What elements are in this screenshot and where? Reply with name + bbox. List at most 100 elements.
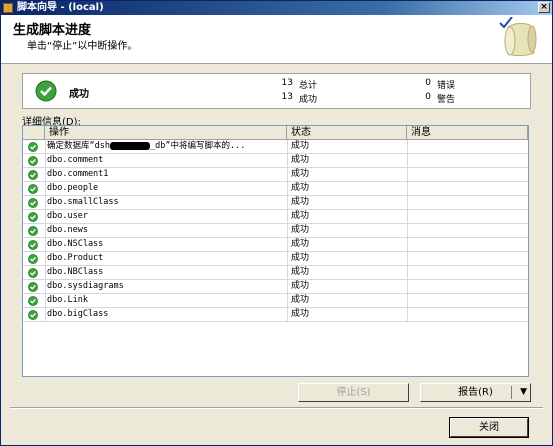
- row-status: 成功: [291, 295, 310, 305]
- column-divider: [287, 308, 288, 322]
- details-grid[interactable]: 操作 状态 消息 确定数据库“dsh _db”中将编写脚本的... 成功 dbo.co…: [22, 125, 529, 377]
- column-status[interactable]: 状态: [287, 126, 407, 139]
- success-label: 成功: [299, 95, 318, 105]
- column-divider: [45, 224, 46, 238]
- warning-count: 0: [425, 92, 431, 102]
- success-check-icon: [35, 80, 57, 102]
- row-operation: dbo.sysdiagrams: [47, 281, 124, 291]
- column-divider: [407, 308, 408, 322]
- header-icon-col: [23, 126, 45, 139]
- row-operation: dbo.bigClass: [47, 309, 109, 319]
- report-button[interactable]: 报告(R) ▼: [420, 383, 531, 402]
- column-divider: [287, 210, 288, 224]
- table-row[interactable]: 确定数据库“dsh _db”中将编写脚本的... 成功: [23, 140, 528, 154]
- table-row[interactable]: dbo.smallClass 成功: [23, 196, 528, 210]
- row-status: 成功: [291, 211, 310, 221]
- column-divider: [287, 168, 288, 182]
- total-label: 总计: [299, 81, 318, 91]
- table-row[interactable]: dbo.comment1 成功: [23, 168, 528, 182]
- summary-status: 成功: [69, 89, 89, 100]
- row-operation: dbo.user: [47, 211, 88, 221]
- column-divider: [45, 308, 46, 322]
- check-circle-icon: [28, 310, 38, 320]
- check-circle-icon: [28, 156, 38, 166]
- row-status: 成功: [291, 225, 310, 235]
- table-row[interactable]: dbo.comment 成功: [23, 154, 528, 168]
- row-operation: dbo.NBClass: [47, 267, 104, 277]
- column-divider: [287, 140, 288, 154]
- total-count: 13: [281, 78, 293, 88]
- column-divider: [45, 252, 46, 266]
- row-operation: dbo.NSClass: [47, 239, 104, 249]
- report-button-splitter: [511, 386, 512, 399]
- row-status: 成功: [291, 267, 310, 277]
- check-circle-icon: [28, 254, 38, 264]
- column-divider: [45, 238, 46, 252]
- script-wizard-window: 脚本向导 - (local) × 生成脚本进度 单击“停止”以中断操作。 成功 …: [0, 0, 553, 446]
- check-circle-icon: [28, 282, 38, 292]
- check-circle-icon: [28, 296, 38, 306]
- column-divider: [45, 266, 46, 280]
- check-circle-icon: [28, 184, 38, 194]
- wizard-scroll-icon: [499, 17, 537, 57]
- report-button-label: 报告(R): [458, 387, 493, 398]
- column-divider: [287, 280, 288, 294]
- column-divider: [287, 154, 288, 168]
- row-status: 成功: [291, 253, 310, 263]
- footer-divider: [10, 407, 543, 409]
- column-divider: [287, 252, 288, 266]
- table-row[interactable]: dbo.people 成功: [23, 182, 528, 196]
- page-subtitle: 单击“停止”以中断操作。: [27, 41, 138, 52]
- table-row[interactable]: dbo.user 成功: [23, 210, 528, 224]
- column-divider: [45, 196, 46, 210]
- row-operation: dbo.comment1: [47, 169, 109, 179]
- title-bar[interactable]: 脚本向导 - (local) ×: [1, 1, 552, 15]
- column-divider: [407, 238, 408, 252]
- column-divider: [407, 294, 408, 308]
- check-circle-icon: [28, 170, 38, 180]
- column-message[interactable]: 消息: [407, 126, 528, 139]
- column-divider: [45, 154, 46, 168]
- column-divider: [45, 168, 46, 182]
- close-window-button[interactable]: ×: [538, 2, 550, 13]
- row-operation: dbo.news: [47, 225, 88, 235]
- column-divider: [287, 238, 288, 252]
- column-divider: [45, 294, 46, 308]
- column-operation[interactable]: 操作: [45, 126, 287, 139]
- column-divider: [407, 210, 408, 224]
- column-divider: [407, 266, 408, 280]
- check-circle-icon: [28, 198, 38, 208]
- table-row[interactable]: dbo.sysdiagrams 成功: [23, 280, 528, 294]
- table-row[interactable]: dbo.Product 成功: [23, 252, 528, 266]
- row-status: 成功: [291, 141, 310, 151]
- table-row[interactable]: dbo.bigClass 成功: [23, 308, 528, 322]
- row-status: 成功: [291, 281, 310, 291]
- row-status: 成功: [291, 197, 310, 207]
- check-circle-icon: [28, 142, 38, 152]
- table-row[interactable]: dbo.news 成功: [23, 224, 528, 238]
- row-operation: 确定数据库“dsh _db”中将编写脚本的...: [47, 140, 285, 153]
- column-divider: [407, 168, 408, 182]
- close-button[interactable]: 关闭: [449, 417, 529, 438]
- error-label: 错误: [437, 81, 456, 91]
- row-operation-prefix: 确定数据库“dsh: [47, 141, 110, 151]
- column-divider: [287, 294, 288, 308]
- table-row[interactable]: dbo.NBClass 成功: [23, 266, 528, 280]
- check-circle-icon: [28, 212, 38, 222]
- summary-panel: 成功 13 总计 13 成功 0 错误 0 警告: [22, 73, 531, 109]
- column-divider: [287, 224, 288, 238]
- dropdown-arrow-icon[interactable]: ▼: [520, 384, 527, 401]
- stop-button[interactable]: 停止(S): [298, 383, 409, 402]
- window-title: 脚本向导 - (local): [17, 2, 104, 13]
- column-divider: [45, 182, 46, 196]
- check-circle-icon: [28, 226, 38, 236]
- error-count: 0: [425, 78, 431, 88]
- warning-label: 警告: [437, 95, 456, 105]
- row-status: 成功: [291, 183, 310, 193]
- row-operation-suffix: _db”中将编写脚本的...: [149, 141, 246, 151]
- table-row[interactable]: dbo.Link 成功: [23, 294, 528, 308]
- column-divider: [407, 280, 408, 294]
- table-row[interactable]: dbo.NSClass 成功: [23, 238, 528, 252]
- column-divider: [407, 196, 408, 210]
- check-circle-icon: [28, 268, 38, 278]
